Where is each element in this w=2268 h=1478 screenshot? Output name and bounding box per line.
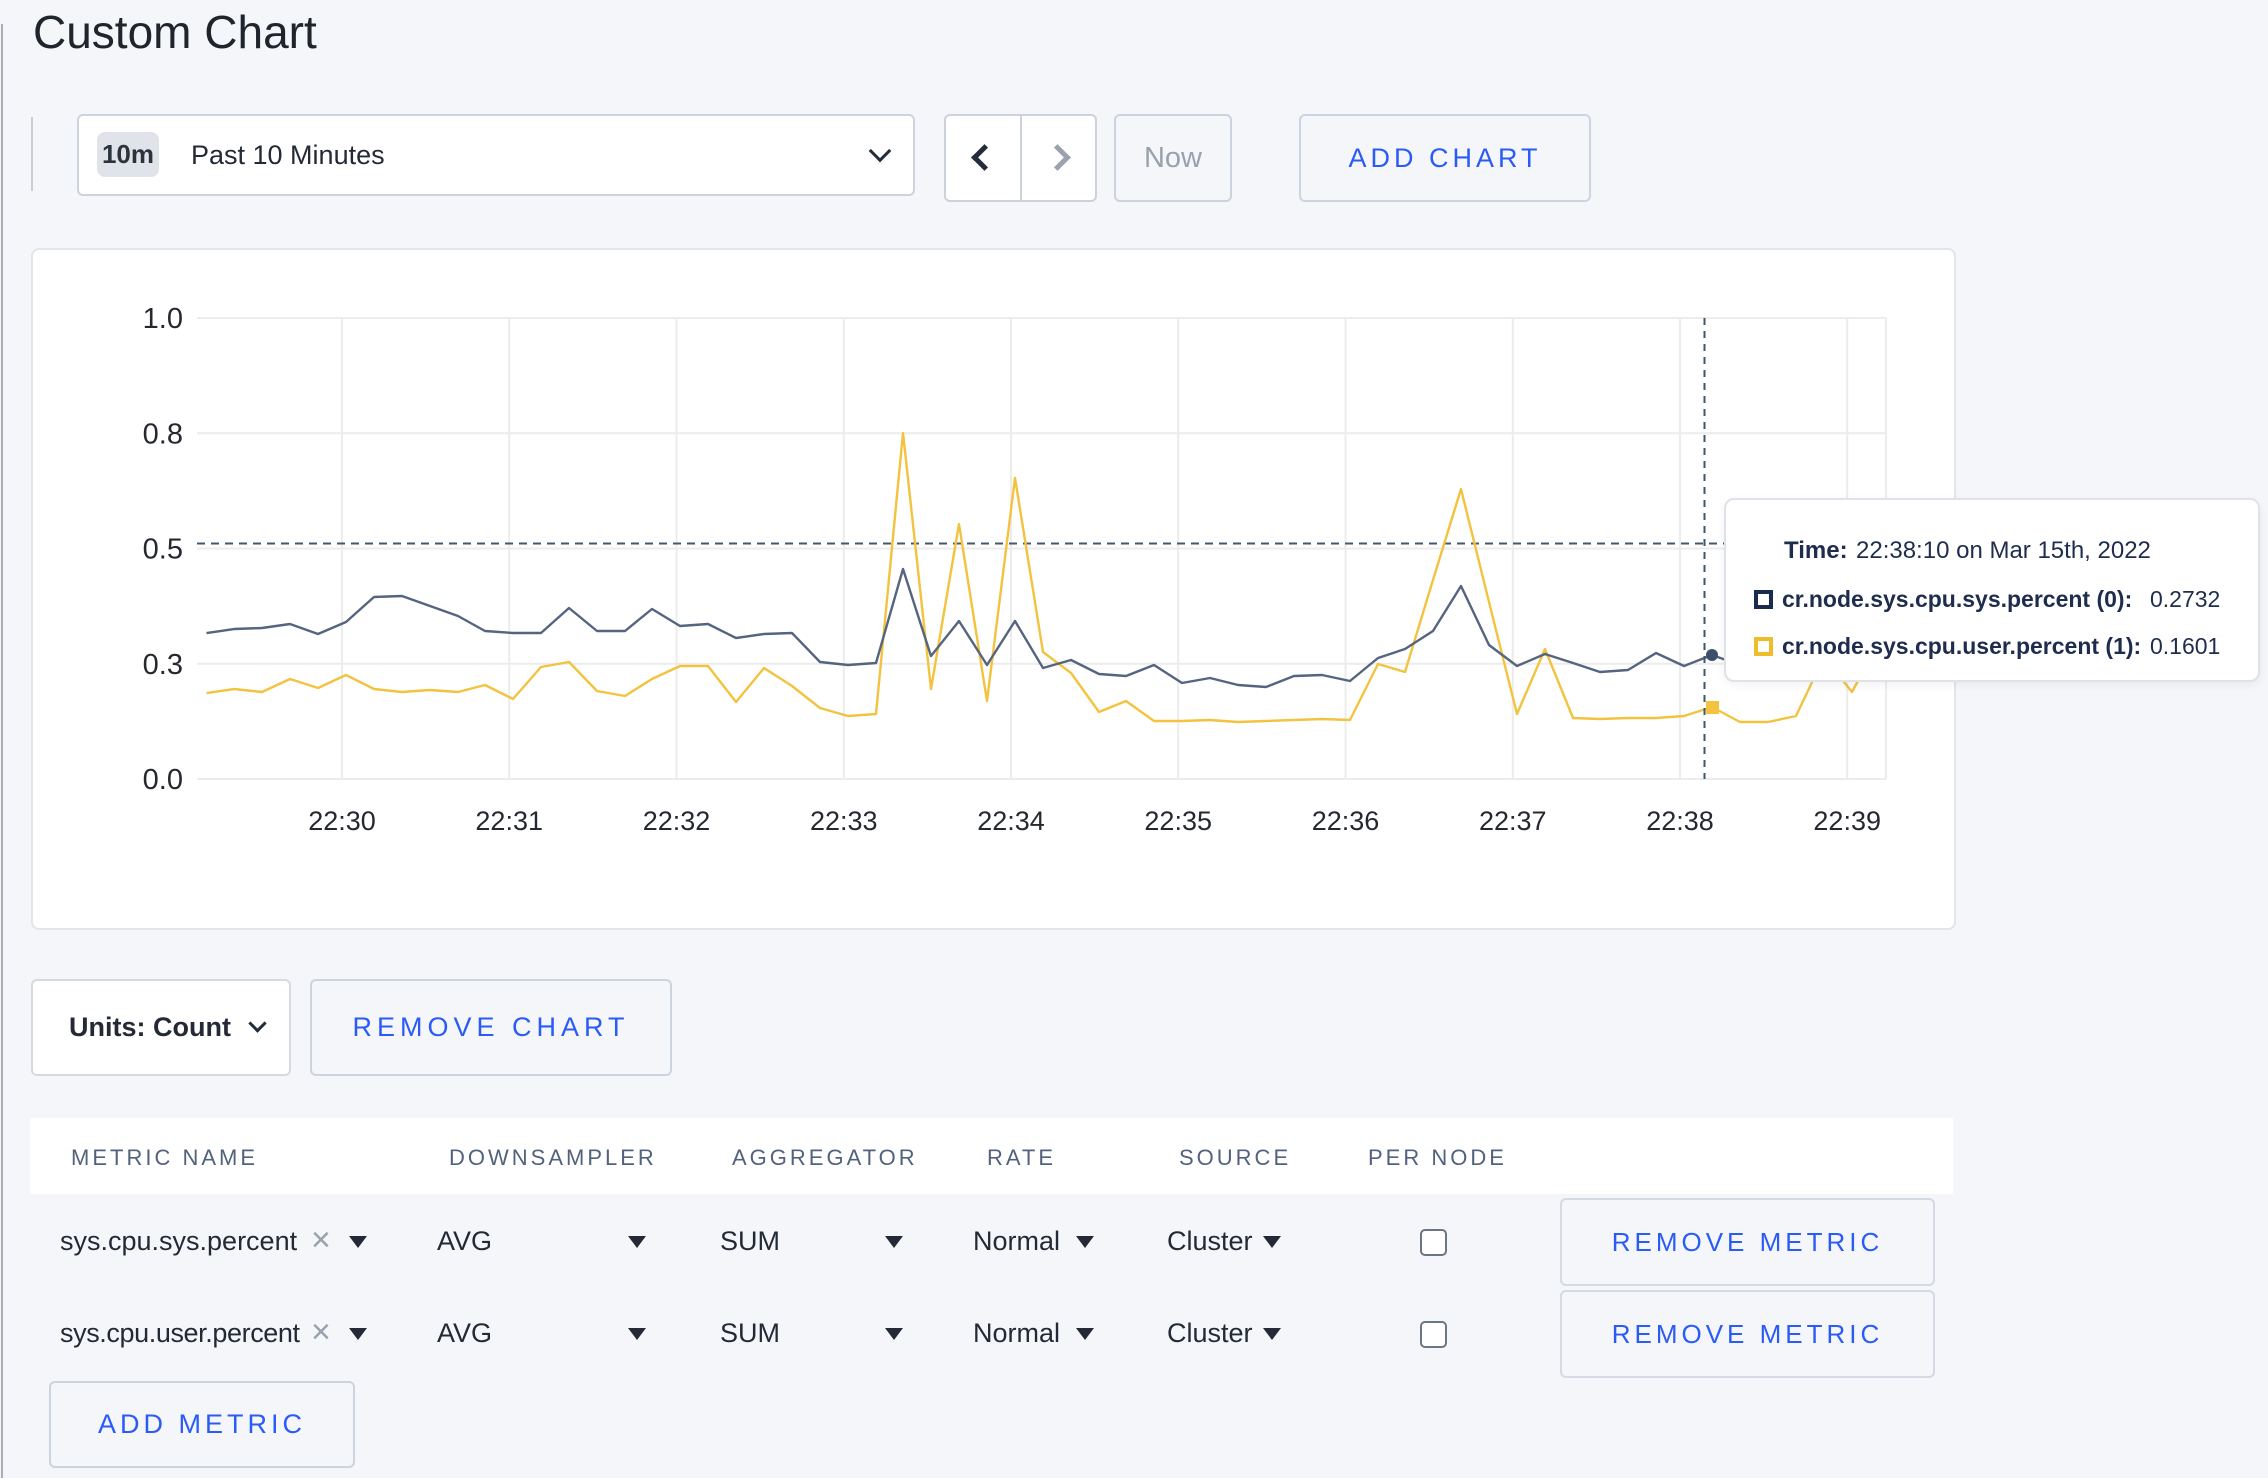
svg-text:22:32: 22:32	[643, 806, 711, 836]
svg-text:0.0: 0.0	[143, 764, 183, 796]
svg-text:22:35: 22:35	[1144, 806, 1212, 836]
svg-text:1.0: 1.0	[143, 303, 183, 335]
svg-text:22:34: 22:34	[977, 806, 1045, 836]
svg-text:22:31: 22:31	[475, 806, 543, 836]
svg-text:22:38: 22:38	[1646, 806, 1714, 836]
svg-text:22:36: 22:36	[1312, 806, 1380, 836]
svg-text:0.8: 0.8	[143, 418, 183, 450]
svg-text:0.5: 0.5	[143, 534, 183, 566]
svg-text:0.3: 0.3	[143, 649, 183, 681]
svg-text:22:30: 22:30	[308, 806, 376, 836]
svg-text:22:37: 22:37	[1479, 806, 1547, 836]
svg-text:22:39: 22:39	[1813, 806, 1881, 836]
svg-text:22:33: 22:33	[810, 806, 878, 836]
